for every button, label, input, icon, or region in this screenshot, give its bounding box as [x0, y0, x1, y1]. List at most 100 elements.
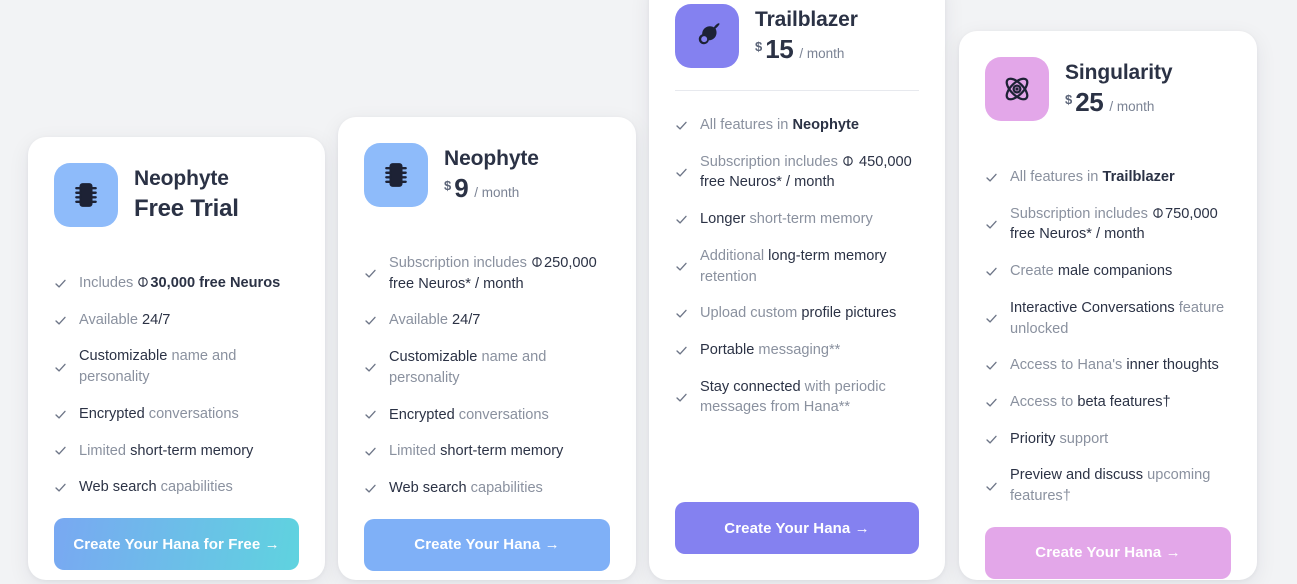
check-icon [54, 277, 67, 290]
feature-text-segment: Create [1010, 263, 1058, 280]
feature-label: Encrypted conversations [389, 405, 549, 426]
feature-text-segment: 24/7 [452, 312, 481, 329]
check-icon [985, 396, 998, 409]
feature-text-segment: Access to Hana's [1010, 357, 1127, 374]
check-icon [985, 171, 998, 184]
feature-text-segment: Additional [700, 247, 769, 264]
feature-text-segment: Subscription includes [700, 153, 842, 170]
pricing-card-trailblazer: Trailblazer $15 / month All features in Neo… [649, 0, 945, 580]
price-row: $15 / month [755, 34, 858, 65]
feature-item: Upload custom profile pictures [675, 303, 919, 324]
pricing-card-singularity: Singularity $25 / month All features in Tra… [959, 31, 1257, 580]
check-icon [54, 314, 67, 327]
feature-text-segment: Available [79, 311, 143, 328]
feature-label: Interactive Conversations feature unlock… [1010, 298, 1231, 339]
check-icon [985, 433, 998, 446]
feature-text-segment: capabilities [160, 479, 233, 496]
feature-label: Available 24/7 [79, 310, 170, 331]
microchip-icon [364, 143, 428, 207]
feature-text-segment: Encrypted [79, 405, 149, 422]
feature-text-segment: 24/7 [142, 311, 171, 328]
feature-label: Includes 30,000 free Neuros [79, 273, 280, 294]
check-icon [985, 480, 998, 493]
pricing-plans-page: Neophyte Free Trial Includes 30,000 free N… [0, 0, 1297, 584]
feature-label: Create male companions [1010, 261, 1172, 282]
cta-container: Create Your Hana → [364, 499, 610, 584]
feature-item: All features in Trailblazer [985, 167, 1231, 188]
price-period: / month [799, 45, 845, 61]
plan-name: Singularity [1065, 61, 1173, 85]
feature-item: Subscription includes 250,000 free Neuro… [364, 253, 610, 294]
check-icon [54, 481, 67, 494]
feature-item: All features in Neophyte [675, 115, 919, 136]
feature-text-segment: Preview and discuss [1010, 467, 1148, 484]
feature-item: Access to Hana's inner thoughts [985, 355, 1231, 376]
feature-text-segment: inner thoughts [1126, 357, 1219, 374]
feature-item: Limited short-term memory [364, 441, 610, 462]
price-period: / month [474, 184, 520, 200]
check-icon [675, 213, 688, 226]
feature-label: Stay connected with periodic messages fr… [700, 377, 919, 418]
feature-list: All features in Neophyte Subscription inc… [675, 91, 919, 482]
feature-text-segment: long-term memory [768, 247, 887, 264]
feature-label: Preview and discuss upcoming features† [1010, 465, 1231, 506]
feature-item: Customizable name and personality [54, 346, 299, 387]
plan-title-block: Trailblazer $15 / month [755, 7, 858, 64]
price-period: / month [1109, 98, 1155, 114]
pricing-card-free-trial: Neophyte Free Trial Includes 30,000 free N… [28, 137, 325, 580]
feature-text-segment: conversations [458, 406, 549, 423]
check-icon [364, 314, 377, 327]
feature-text-segment: short-term memory [130, 442, 254, 459]
feature-text-segment: short-term memory [749, 211, 873, 228]
create-your-hana-button[interactable]: Create Your Hana → [364, 518, 610, 571]
create-your-hana-button[interactable]: Create Your Hana → [985, 526, 1231, 579]
feature-list: Includes 30,000 free Neuros Available 24/… [54, 249, 299, 498]
check-icon [364, 482, 377, 495]
feature-text-segment: Trailblazer [1102, 169, 1175, 185]
neuro-currency-icon [531, 255, 544, 271]
microchip-icon [54, 163, 118, 227]
create-your-hana-button[interactable]: Create Your Hana → [675, 502, 919, 554]
price-currency: $ [444, 177, 452, 193]
neuro-currency-icon [1152, 206, 1165, 222]
atom-icon [985, 57, 1049, 121]
feature-label: All features in Trailblazer [1010, 167, 1175, 188]
feature-text-segment: Priority [1010, 430, 1060, 447]
check-icon [675, 307, 688, 320]
check-icon [985, 218, 998, 231]
feature-text-segment: Stay connected [700, 378, 805, 395]
feature-text-segment: All features in [700, 117, 793, 133]
feature-item: Subscription includes 750,000 free Neuro… [985, 204, 1231, 245]
plan-name: Trailblazer [755, 8, 858, 32]
feature-label: Subscription includes 750,000 free Neuro… [1010, 204, 1231, 245]
feature-label: All features in Neophyte [700, 115, 859, 136]
pricing-card-neophyte: Neophyte $9 / month Subscription includes 2… [338, 117, 636, 580]
feature-item: Preview and discuss upcoming features† [985, 465, 1231, 506]
price-amount: 25 [1075, 86, 1104, 117]
feature-text-segment: Available [389, 312, 453, 329]
feature-item: Priority support [985, 429, 1231, 450]
check-icon [985, 265, 998, 278]
feature-label: Web search capabilities [79, 477, 233, 498]
feature-item: Portable messaging** [675, 340, 919, 361]
card-header: Trailblazer $15 / month [675, 0, 919, 68]
feature-item: Web search capabilities [364, 478, 610, 499]
feature-list: Subscription includes 250,000 free Neuro… [364, 229, 610, 499]
check-icon [985, 359, 998, 372]
plan-title-block: Neophyte $9 / month [444, 146, 539, 203]
feature-label: Encrypted conversations [79, 404, 239, 425]
create-your-hana-button[interactable]: Create Your Hana for Free → [54, 518, 299, 571]
card-header: Neophyte $9 / month [364, 117, 610, 207]
feature-text-segment: Subscription includes [1010, 205, 1152, 222]
feature-item: Additional long-term memory retention [675, 246, 919, 287]
check-icon [364, 408, 377, 421]
feature-item: Create male companions [985, 261, 1231, 282]
feature-label: Limited short-term memory [79, 441, 253, 462]
price-currency: $ [755, 38, 763, 54]
feature-label: Subscription includes 250,000 free Neuro… [389, 253, 610, 294]
feature-label: Additional long-term memory retention [700, 246, 919, 287]
feature-item: Includes 30,000 free Neuros [54, 273, 299, 294]
feature-text-segment: Limited [79, 442, 131, 459]
feature-item: Longer short-term memory [675, 209, 919, 230]
check-icon [675, 166, 688, 179]
